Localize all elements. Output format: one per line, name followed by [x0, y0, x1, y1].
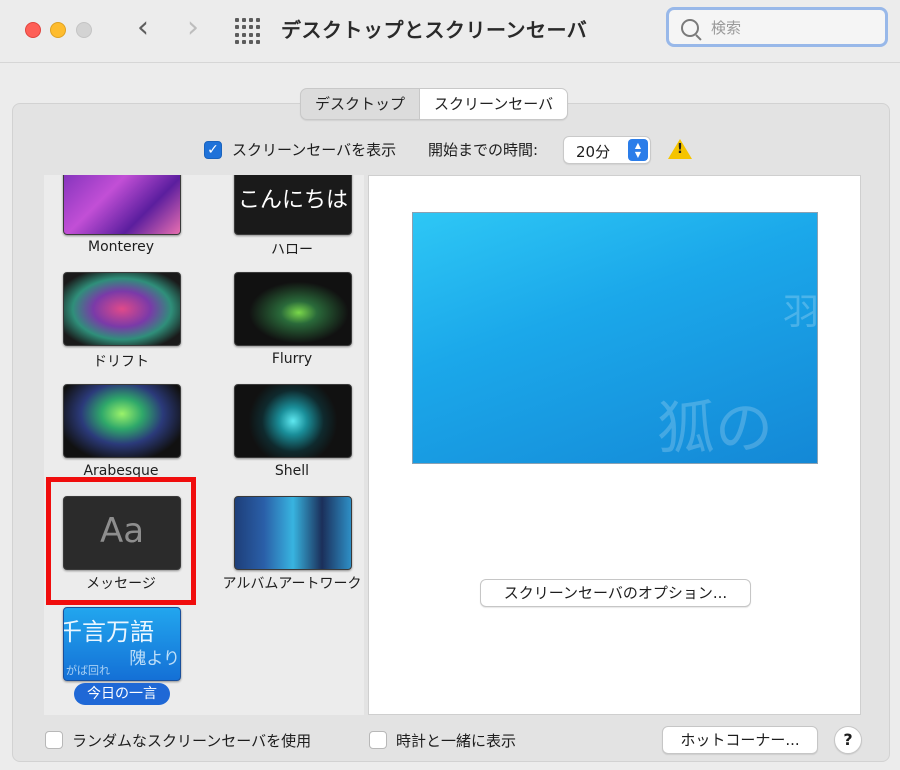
- start-after-value: 20分: [576, 143, 611, 161]
- label-monterey: Monterey: [88, 239, 154, 255]
- search-field[interactable]: [666, 7, 888, 47]
- thumb-flurry[interactable]: [234, 272, 352, 346]
- thumb-wotd-main: 千言万語: [63, 618, 154, 646]
- thumb-drift[interactable]: [63, 272, 181, 346]
- thumb-monterey[interactable]: [63, 175, 181, 235]
- warning-exclamation: !: [677, 142, 683, 157]
- thumb-wotd-small: がば回れ: [66, 664, 110, 677]
- close-button[interactable]: [25, 22, 41, 38]
- back-button[interactable]: ‹: [128, 10, 158, 50]
- chevron-right-icon: ›: [187, 10, 199, 45]
- show-clock-checkbox[interactable]: [369, 731, 387, 749]
- show-all-grid-icon[interactable]: [235, 18, 261, 44]
- label-hello: ハロー: [271, 242, 313, 258]
- thumb-album-artwork[interactable]: [234, 496, 352, 570]
- screensaver-list[interactable]: Monterey こんにちは ハロー ドリフト Flurry Arabesque…: [44, 175, 364, 715]
- search-icon: [681, 19, 699, 37]
- label-drift: ドリフト: [93, 354, 149, 370]
- tab-desktop[interactable]: デスクトップ: [301, 89, 419, 119]
- segmented-tabs: デスクトップ スクリーンセーバ: [300, 88, 569, 120]
- screensaver-preview: 羽 狐の: [412, 212, 818, 464]
- thumb-wotd-sub: 隗より: [129, 649, 180, 669]
- checkmark-icon: ✓: [207, 142, 219, 158]
- highlight-box: [46, 477, 196, 605]
- label-flurry: Flurry: [271, 351, 313, 367]
- show-screensaver-checkbox[interactable]: ✓: [204, 141, 222, 159]
- thumb-word-of-the-day[interactable]: 千言万語 隗より がば回れ: [63, 607, 181, 681]
- thumb-hello-text: こんにちは: [237, 188, 348, 213]
- start-after-select[interactable]: 20分 ▲ ▼: [563, 136, 651, 164]
- forward-button[interactable]: ›: [178, 10, 208, 50]
- search-input[interactable]: [709, 16, 883, 40]
- thumb-arabesque[interactable]: [63, 384, 181, 458]
- help-button[interactable]: ?: [834, 726, 862, 754]
- tab-screensaver[interactable]: スクリーンセーバ: [419, 89, 568, 119]
- hot-corners-button[interactable]: ホットコーナー...: [662, 726, 818, 754]
- updown-chevron-icon: ▲ ▼: [628, 139, 648, 161]
- screensaver-options-button[interactable]: スクリーンセーバのオプション...: [480, 579, 751, 607]
- window-title: デスクトップとスクリーンセーバ: [281, 18, 588, 42]
- thumb-shell[interactable]: [234, 384, 352, 458]
- show-clock-label: 時計と一緒に表示: [396, 732, 517, 750]
- minimize-button[interactable]: [50, 22, 66, 38]
- show-screensaver-label: スクリーンセーバを表示: [232, 141, 397, 159]
- label-album-artwork: アルバムアートワーク: [222, 576, 362, 592]
- random-screensaver-checkbox[interactable]: [45, 731, 63, 749]
- random-screensaver-label: ランダムなスクリーンセーバを使用: [72, 732, 312, 750]
- zoom-button[interactable]: [76, 22, 92, 38]
- thumb-hello[interactable]: こんにちは: [234, 175, 352, 235]
- preview-text-top: 羽: [782, 292, 818, 333]
- label-shell: Shell: [274, 463, 310, 479]
- preview-text-bottom: 狐の: [657, 394, 774, 462]
- chevron-left-icon: ‹: [137, 10, 149, 45]
- start-after-label: 開始までの時間:: [428, 141, 539, 159]
- label-word-of-the-day: 今日の一言: [74, 683, 170, 705]
